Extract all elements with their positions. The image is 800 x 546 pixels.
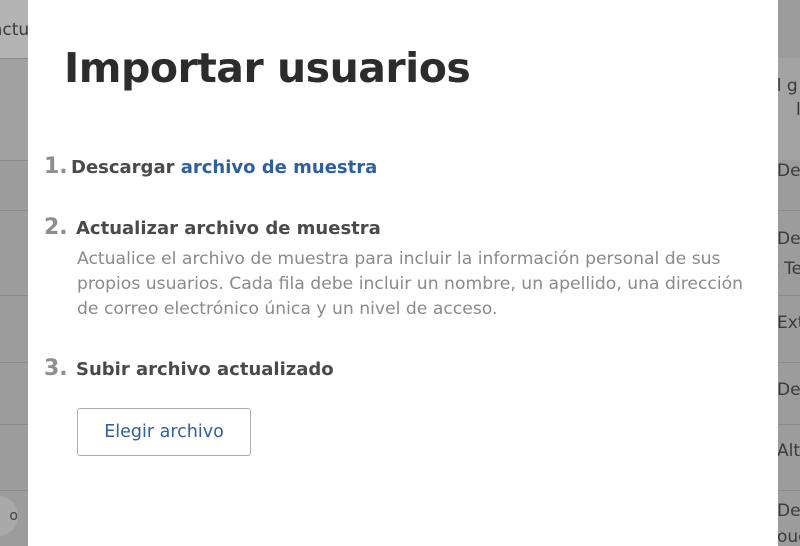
background-table-cell: ouc xyxy=(777,527,800,546)
background-table-cell: De xyxy=(777,380,800,400)
background-table-cell: Ext xyxy=(777,313,800,333)
step-title: Subir archivo actualizado xyxy=(76,359,334,380)
choose-file-button[interactable]: Elegir archivo xyxy=(77,408,251,456)
background-table-cell: De xyxy=(777,229,800,249)
background-table-cell: Alt xyxy=(777,441,800,461)
sample-file-link[interactable]: archivo de muestra xyxy=(181,157,378,178)
divider xyxy=(0,58,28,59)
divider xyxy=(778,210,800,211)
background-table-cell: De xyxy=(777,161,800,181)
divider xyxy=(778,490,800,491)
divider xyxy=(0,160,28,161)
step-title: Actualizar archivo de muestra xyxy=(76,218,381,239)
divider xyxy=(778,295,800,296)
divider xyxy=(0,295,28,296)
divider xyxy=(0,424,28,425)
step-number: 2. xyxy=(44,215,68,240)
background-toolbar-text: actu xyxy=(0,20,30,40)
background-column-header: l xyxy=(796,100,800,120)
dialog-title: Importar usuarios xyxy=(64,44,471,92)
divider xyxy=(778,362,800,363)
background-avatar: o xyxy=(0,496,18,536)
import-users-dialog: Importar usuarios 1. Descargar archivo d… xyxy=(28,0,778,546)
background-table-header-left xyxy=(0,58,28,160)
step-description: Actualice el archivo de muestra para inc… xyxy=(77,249,744,319)
step-number: 1. xyxy=(44,154,68,179)
divider xyxy=(0,490,28,491)
step-title-prefix: Descargar xyxy=(71,157,181,178)
background-table-cell: De xyxy=(777,501,800,521)
step-number: 3. xyxy=(44,356,68,381)
step-title: Descargar archivo de muestra xyxy=(71,157,377,178)
divider xyxy=(0,210,28,211)
divider xyxy=(778,424,800,425)
divider xyxy=(0,362,28,363)
